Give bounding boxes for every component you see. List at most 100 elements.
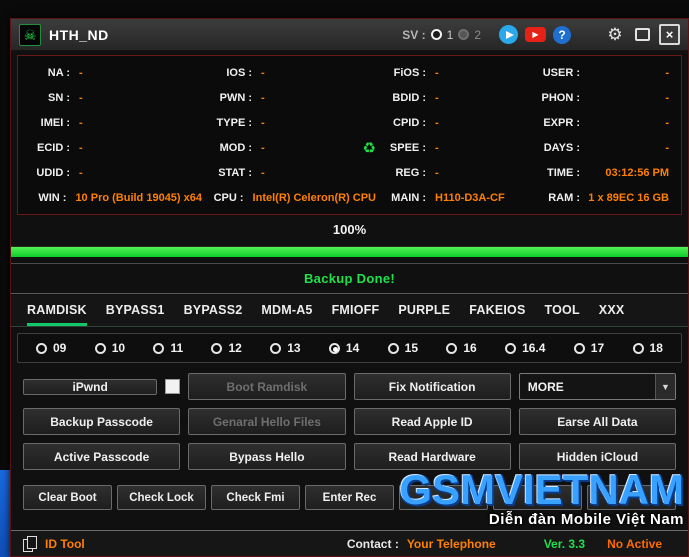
ios-version-18[interactable]: 18 [632,341,663,355]
info-field-main: MAIN : H110-D3A-CF [391,191,505,204]
ios-version-09[interactable]: 09 [36,341,66,355]
server-1-radio[interactable] [430,29,442,40]
desktop-taskbar-sliver [0,470,10,557]
read-apple-id-button[interactable]: Read Apple ID [353,408,511,435]
ipwnd-cell: iPwnd [23,373,181,400]
server-2-radio[interactable] [458,29,470,40]
info-field-sn: SN :- [48,91,83,104]
info-field-days: DAYS :- [543,141,669,154]
ios-version-13[interactable]: 13 [270,341,301,355]
help-icon[interactable]: ? [553,25,571,44]
action-button-grid: iPwnd Boot Ramdisk Fix Notification MORE… [23,373,676,470]
progress-percent-label: 100% [332,222,367,237]
ios-version-11[interactable]: 11 [153,341,183,355]
info-field-type: TYPE :- [216,116,265,129]
check-fmi-button[interactable]: Check Fmi [211,485,300,510]
bottom-button-row: Clear Boot Check Lock Check Fmi Enter Re… [23,485,676,510]
ios-version-10[interactable]: 10 [94,341,125,355]
status-strip: Backup Done! [11,263,688,294]
info-field-cpu: CPU : Intel(R) Celeron(R) CPU [213,191,376,204]
server-1-label: 1 [446,27,454,42]
footer-contact-value: Your Telephone [406,536,496,551]
info-field-win: WIN :10 Pro (Build 19045) x64 [38,191,202,204]
erase-all-data-button[interactable]: Earse All Data [518,408,676,435]
titlebar-icons: ▶ ? ⚙ × [499,24,680,45]
bypass-hello-button[interactable]: Bypass Hello [188,443,346,470]
ipwnd-button[interactable]: iPwnd [23,378,158,395]
ios-version-17[interactable]: 17 [573,341,604,355]
progress-bar [11,246,688,257]
ios-version-16-4[interactable]: 16.4 [505,341,545,355]
boot-ramdisk-button[interactable]: Boot Ramdisk [188,373,346,400]
tab-bypass1[interactable]: BYPASS1 [106,295,165,326]
server-2-label: 2 [474,27,481,42]
desktop-background: ☠ HTH_ND SV : 1 2 ▶ ? ⚙ × NA :- IOS : - … [0,0,689,557]
info-field-phon: PHON :- [541,91,670,104]
ios-version-14[interactable]: 14 [328,341,359,355]
watermark-subtitle: Diễn đàn Mobile Việt Nam [488,511,684,528]
windows-logo-icon[interactable] [578,25,598,45]
info-field-expr: EXPR :- [543,116,669,129]
info-field-cpid: CPID :- [393,116,439,129]
ios-version-16[interactable]: 16 [446,341,477,355]
settings-gear-icon[interactable]: ⚙ [605,25,625,45]
info-field-stat: STAT :- [218,166,265,179]
info-field-na: NA :- [47,66,83,79]
enter-rec-button[interactable]: Enter Rec [305,485,394,510]
info-field-mod: MOD : - ♻ [219,139,376,157]
app-logo-icon: ☠ [19,23,41,46]
footer-tool-label: ID Tool [45,536,85,551]
info-field-spee: SPEE :- [389,141,439,154]
app-window: ☠ HTH_ND SV : 1 2 ▶ ? ⚙ × NA :- IOS : - … [10,18,689,557]
check-lock-button[interactable]: Check Lock [117,485,206,510]
bottom-button-obscured-2[interactable] [493,485,582,510]
tab-bar: RAMDISK BYPASS1 BYPASS2 MDM-A5 FMIOFF PU… [11,295,688,327]
tab-mdm-a5[interactable]: MDM-A5 [261,295,312,326]
window-title: HTH_ND [49,26,109,43]
ios-version-12[interactable]: 12 [211,341,242,355]
copy-icon [23,535,37,552]
footer-bar: ID Tool Contact : Your Telephone Ver. 3.… [11,530,688,556]
device-info-panel: NA :- IOS :- FiOS :- USER :- SN :- PWN :… [17,55,682,215]
footer-version: Ver. 3.3 [543,536,586,551]
ios-version-group: 09 10 11 12 13 14 15 16 16.4 17 18 [17,333,682,363]
tab-fmioff[interactable]: FMIOFF [332,295,380,326]
tab-fakeios[interactable]: FAKEIOS [469,295,525,326]
ipwnd-checkbox[interactable] [165,379,181,394]
window-frame-icon[interactable] [632,25,652,45]
tab-xxx[interactable]: XXX [599,295,625,326]
active-passcode-button[interactable]: Active Passcode [23,443,181,470]
info-field-ram: RAM :1 x 89EC 16 GB [548,191,669,204]
tab-tool[interactable]: TOOL [545,295,580,326]
backup-passcode-button[interactable]: Backup Passcode [23,408,181,435]
info-field-udid: UDID :- [36,166,83,179]
info-field-user: USER :- [542,66,669,79]
youtube-icon[interactable]: ▶ [525,27,546,42]
more-select[interactable]: MORE ▼ [518,373,676,400]
bottom-button-obscured-3[interactable] [587,485,676,510]
fix-notification-button[interactable]: Fix Notification [353,373,511,400]
progress-fill [11,247,688,257]
clear-boot-button[interactable]: Clear Boot [23,485,112,510]
server-label: SV : [402,27,426,42]
ios-version-15[interactable]: 15 [387,341,418,355]
general-hello-files-button[interactable]: Genaral Hello Files [188,408,346,435]
refresh-icon[interactable]: ♻ [363,139,376,157]
close-icon[interactable]: × [659,24,680,45]
read-hardware-button[interactable]: Read Hardware [353,443,511,470]
info-field-bdid: BDID :- [392,91,439,104]
info-field-pwn: PWN :- [219,91,265,104]
footer-contact-label: Contact : [346,536,399,551]
tab-bypass2[interactable]: BYPASS2 [184,295,243,326]
titlebar: ☠ HTH_ND SV : 1 2 ▶ ? ⚙ × [11,19,688,51]
info-field-time: TIME :03:12:56 PM [547,166,669,179]
telegram-icon[interactable] [499,25,518,44]
info-field-ios: IOS :- [226,66,265,79]
tab-ramdisk[interactable]: RAMDISK [27,295,87,326]
info-field-fios: FiOS :- [393,66,439,79]
bottom-button-obscured-1[interactable] [399,485,488,510]
info-field-imei: IMEI :- [40,116,83,129]
hidden-icloud-button[interactable]: Hidden iCloud [518,443,676,470]
tab-purple[interactable]: PURPLE [398,295,450,326]
info-field-reg: REG :- [395,166,439,179]
